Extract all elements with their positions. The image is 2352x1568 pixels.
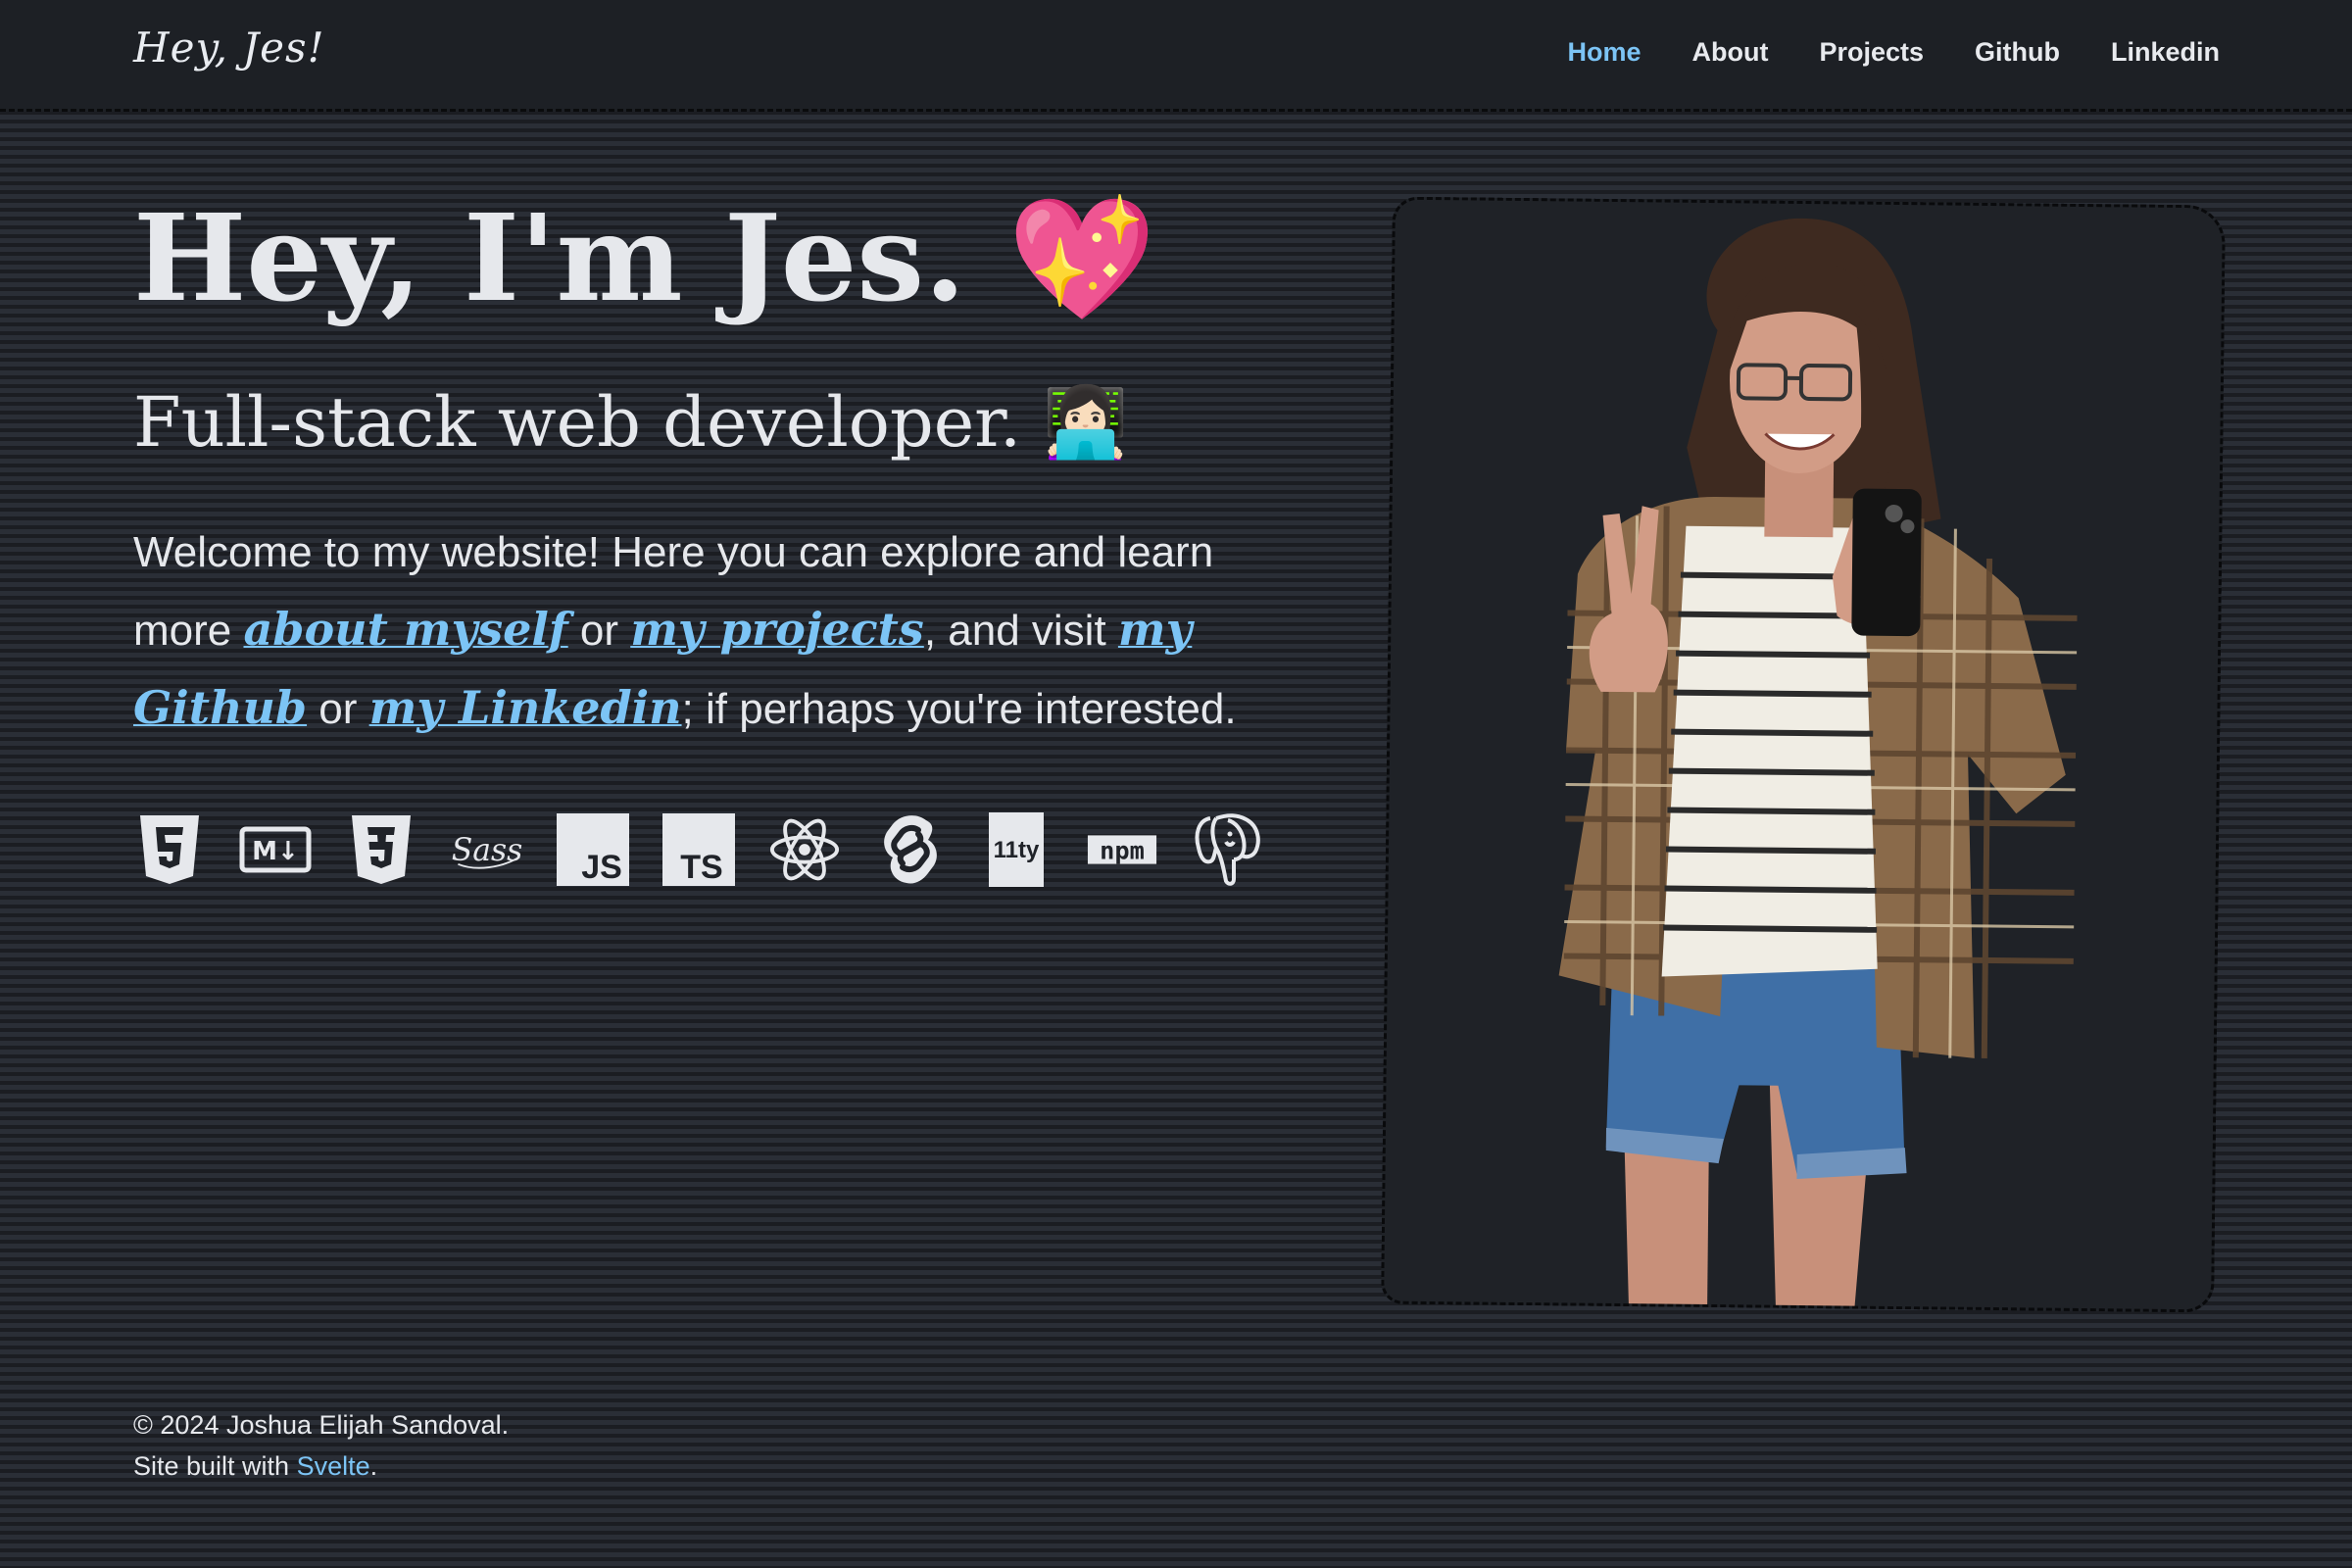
profile-photo-frame <box>1381 196 2226 1313</box>
postgresql-icon <box>1192 813 1264 886</box>
svelte-icon <box>874 813 947 886</box>
technologist-icon: 👩🏻‍💻 <box>1043 382 1129 463</box>
sparkling-heart-icon: 💖 <box>1007 189 1156 328</box>
css3-icon <box>345 813 417 886</box>
built-with-suffix: . <box>369 1451 378 1481</box>
nav-home[interactable]: Home <box>1567 37 1641 68</box>
eleventy-icon: 11ty <box>980 812 1053 887</box>
typescript-icon: TS <box>662 813 735 886</box>
react-icon <box>768 813 841 886</box>
intro-text-3: , and visit <box>923 607 1118 655</box>
svelte-link[interactable]: Svelte <box>297 1451 370 1481</box>
javascript-icon: JS <box>557 813 629 886</box>
hero-title-text: Hey, I'm Jes. <box>133 187 966 328</box>
markdown-icon: M↓ <box>239 813 312 886</box>
nav-github[interactable]: Github <box>1975 37 2060 68</box>
intro-text-4: or <box>307 685 369 733</box>
profile-photo <box>1558 218 2078 1312</box>
nav-about[interactable]: About <box>1691 37 1768 68</box>
hero-subtitle: Full-stack web developer. 👩🏻‍💻 <box>133 382 1129 464</box>
markdown-label: M↓ <box>252 837 299 866</box>
site-header: Hey, Jes! Home About Projects Github Lin… <box>0 0 2352 112</box>
hero-subtitle-text: Full-stack web developer. <box>133 382 1022 463</box>
intro-text-5: ; if perhaps you're interested. <box>681 685 1237 733</box>
nav-linkedin[interactable]: Linkedin <box>2111 37 2220 68</box>
main-nav: Home About Projects Github Linkedin <box>1567 37 2220 68</box>
ts-label: TS <box>680 849 722 886</box>
about-myself-link[interactable]: about myself <box>243 603 567 656</box>
hero-title: Hey, I'm Jes. 💖 <box>133 192 1156 324</box>
eleventy-label: 11ty <box>994 837 1040 863</box>
sass-icon: Sass <box>451 813 523 886</box>
site-footer: © 2024 Joshua Elijah Sandoval. Site buil… <box>133 1404 509 1487</box>
built-with-line: Site built with Svelte. <box>133 1446 509 1487</box>
sass-label: Sass <box>452 833 523 868</box>
intro-text-2: or <box>567 607 631 655</box>
my-projects-link[interactable]: my projects <box>630 603 924 656</box>
site-brand[interactable]: Hey, Jes! <box>133 24 324 72</box>
html5-icon <box>133 813 206 886</box>
nav-projects[interactable]: Projects <box>1819 37 1924 68</box>
copyright-text: © 2024 Joshua Elijah Sandoval. <box>133 1410 510 1440</box>
tech-stack-icons: M↓ Sass JS TS 11ty npm <box>133 812 1264 887</box>
built-with-text: Site built with <box>133 1451 297 1481</box>
js-label: JS <box>581 849 622 886</box>
npm-icon: npm <box>1086 813 1158 886</box>
intro-paragraph: Welcome to my website! Here you can expl… <box>133 514 1241 748</box>
my-linkedin-link[interactable]: my Linkedin <box>369 681 682 734</box>
npm-label: npm <box>1100 837 1145 865</box>
